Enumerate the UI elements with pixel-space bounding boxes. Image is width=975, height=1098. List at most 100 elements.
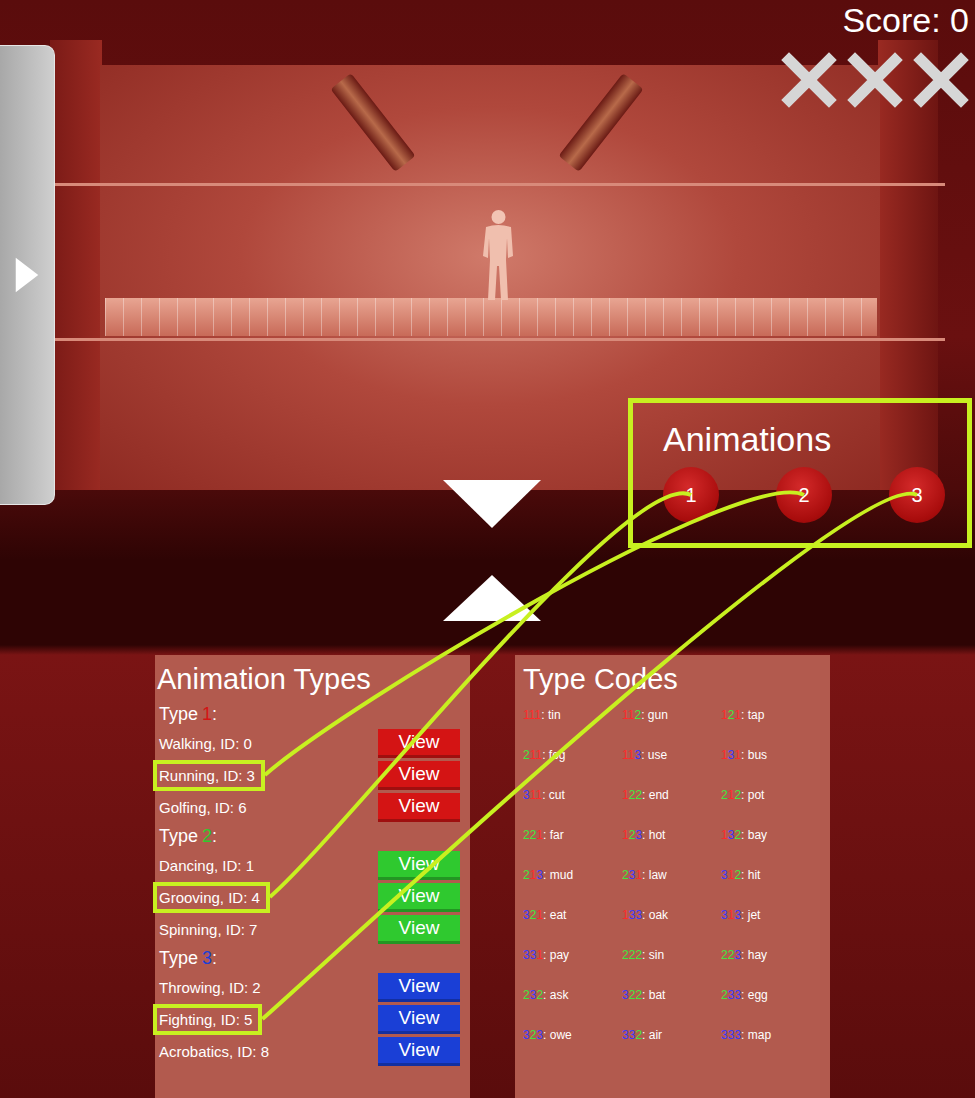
code-digit: 2 (536, 988, 543, 1002)
type-code: 222: sin (622, 947, 721, 963)
code-digit: 2 (622, 948, 629, 962)
code-word: : gun (641, 708, 668, 722)
code-digit: 3 (634, 748, 641, 762)
view-button[interactable]: View (378, 915, 460, 944)
code-digit: 3 (536, 868, 543, 882)
code-digit: 1 (530, 788, 536, 802)
code-word: : end (642, 788, 669, 802)
animation-button[interactable]: 2 (776, 467, 832, 523)
view-button[interactable]: View (378, 793, 460, 822)
view-button[interactable]: View (378, 729, 460, 758)
type-code: 112: gun (622, 707, 721, 723)
code-digit: 1 (536, 908, 543, 922)
code-digit: 1 (622, 708, 628, 722)
view-button[interactable]: View (378, 973, 460, 1002)
code-word: : law (642, 868, 667, 882)
view-button[interactable]: View (378, 1037, 460, 1066)
code-digit: 2 (523, 828, 530, 842)
type-code: 313: jet (721, 907, 820, 923)
code-digit: 3 (629, 1028, 636, 1042)
code-digit: 1 (628, 748, 635, 762)
up-arrow-icon[interactable] (443, 575, 541, 621)
code-word: : map (741, 1028, 771, 1042)
animation-button[interactable]: 1 (663, 467, 719, 523)
code-word: : fog (542, 748, 565, 762)
code-digit: 3 (721, 868, 728, 882)
type-group: Type2:Dancing, ID: 1ViewGrooving, ID: 4V… (157, 823, 460, 945)
type-code: 113: use (622, 747, 721, 763)
animation-types-panel: Animation TypesType1:Walking, ID: 0ViewR… (155, 655, 470, 1098)
animation-label: Golfing, ID: 6 (153, 792, 257, 823)
animation-row: Fighting, ID: 5View (157, 1003, 460, 1035)
code-word: : bat (642, 988, 665, 1002)
animation-label: Walking, ID: 0 (153, 728, 262, 759)
code-digit: 2 (721, 988, 728, 1002)
code-digit: 2 (530, 908, 537, 922)
type-codes-panel: Type Codes111: tin112: gun121: tap211: f… (515, 655, 830, 1098)
code-word: : sin (642, 948, 664, 962)
code-digit: 3 (734, 988, 741, 1002)
code-digit: 1 (523, 708, 529, 722)
type-group: Type1:Walking, ID: 0ViewRunning, ID: 3Vi… (157, 701, 460, 823)
code-word: : pot (741, 788, 764, 802)
side-panel-toggle[interactable] (0, 45, 55, 505)
code-digit: 1 (530, 748, 536, 762)
lives (781, 52, 969, 108)
type-code: 132: bay (721, 827, 820, 843)
code-digit: 1 (622, 748, 628, 762)
code-digit: 1 (635, 868, 642, 882)
type-code: 131: bus (721, 747, 820, 763)
code-digit: 2 (629, 948, 636, 962)
type-suffix: : (212, 948, 217, 968)
animation-row: Walking, ID: 0View (157, 727, 460, 759)
type-number: 3 (202, 948, 212, 968)
code-digit: 3 (629, 868, 636, 882)
type-code: 211: fog (523, 747, 622, 763)
code-digit: 1 (536, 828, 543, 842)
animations-box: Animations123 (628, 398, 972, 548)
code-word: : jet (741, 908, 760, 922)
code-digit: 1 (536, 948, 543, 962)
panel-title: Type Codes (523, 661, 820, 697)
animation-label: Spinning, ID: 7 (153, 914, 267, 945)
code-digit: 3 (734, 948, 741, 962)
code-digit: 1 (530, 868, 537, 882)
character-figure (476, 208, 521, 303)
code-digit: 3 (728, 828, 735, 842)
view-button[interactable]: View (378, 1005, 460, 1034)
code-digit: 2 (629, 988, 636, 1002)
code-digit: 2 (530, 828, 537, 842)
view-button[interactable]: View (378, 761, 460, 790)
code-digit: 3 (530, 988, 537, 1002)
code-digit: 2 (721, 788, 728, 802)
connection-line (265, 492, 804, 775)
view-button[interactable]: View (378, 851, 460, 880)
view-button[interactable]: View (378, 883, 460, 912)
code-word: : pay (543, 948, 569, 962)
type-code: 121: tap (721, 707, 820, 723)
animation-label: Fighting, ID: 5 (153, 1004, 262, 1035)
type-code: 321: eat (523, 907, 622, 923)
code-digit: 2 (629, 828, 636, 842)
type-number: 1 (202, 704, 212, 724)
type-header: Type1: (157, 701, 460, 727)
code-digit: 1 (728, 788, 735, 802)
code-digit: 1 (529, 708, 535, 722)
animation-row: Grooving, ID: 4View (157, 881, 460, 913)
code-word: : tap (741, 708, 764, 722)
type-header: Type3: (157, 945, 460, 971)
type-suffix: : (212, 704, 217, 724)
code-digit: 3 (523, 948, 530, 962)
strike-icon (913, 52, 969, 108)
code-word: : ask (543, 988, 568, 1002)
type-code: 213: mud (523, 867, 622, 883)
right-wall (878, 40, 938, 490)
panel-title: Animation Types (157, 661, 460, 697)
type-code: 232: ask (523, 987, 622, 1003)
connection-lines (0, 0, 975, 1098)
animation-row: Spinning, ID: 7View (157, 913, 460, 945)
animation-button[interactable]: 3 (889, 467, 945, 523)
code-word: : tin (541, 708, 560, 722)
down-arrow-icon[interactable] (443, 480, 541, 528)
stage-scene (0, 0, 975, 560)
